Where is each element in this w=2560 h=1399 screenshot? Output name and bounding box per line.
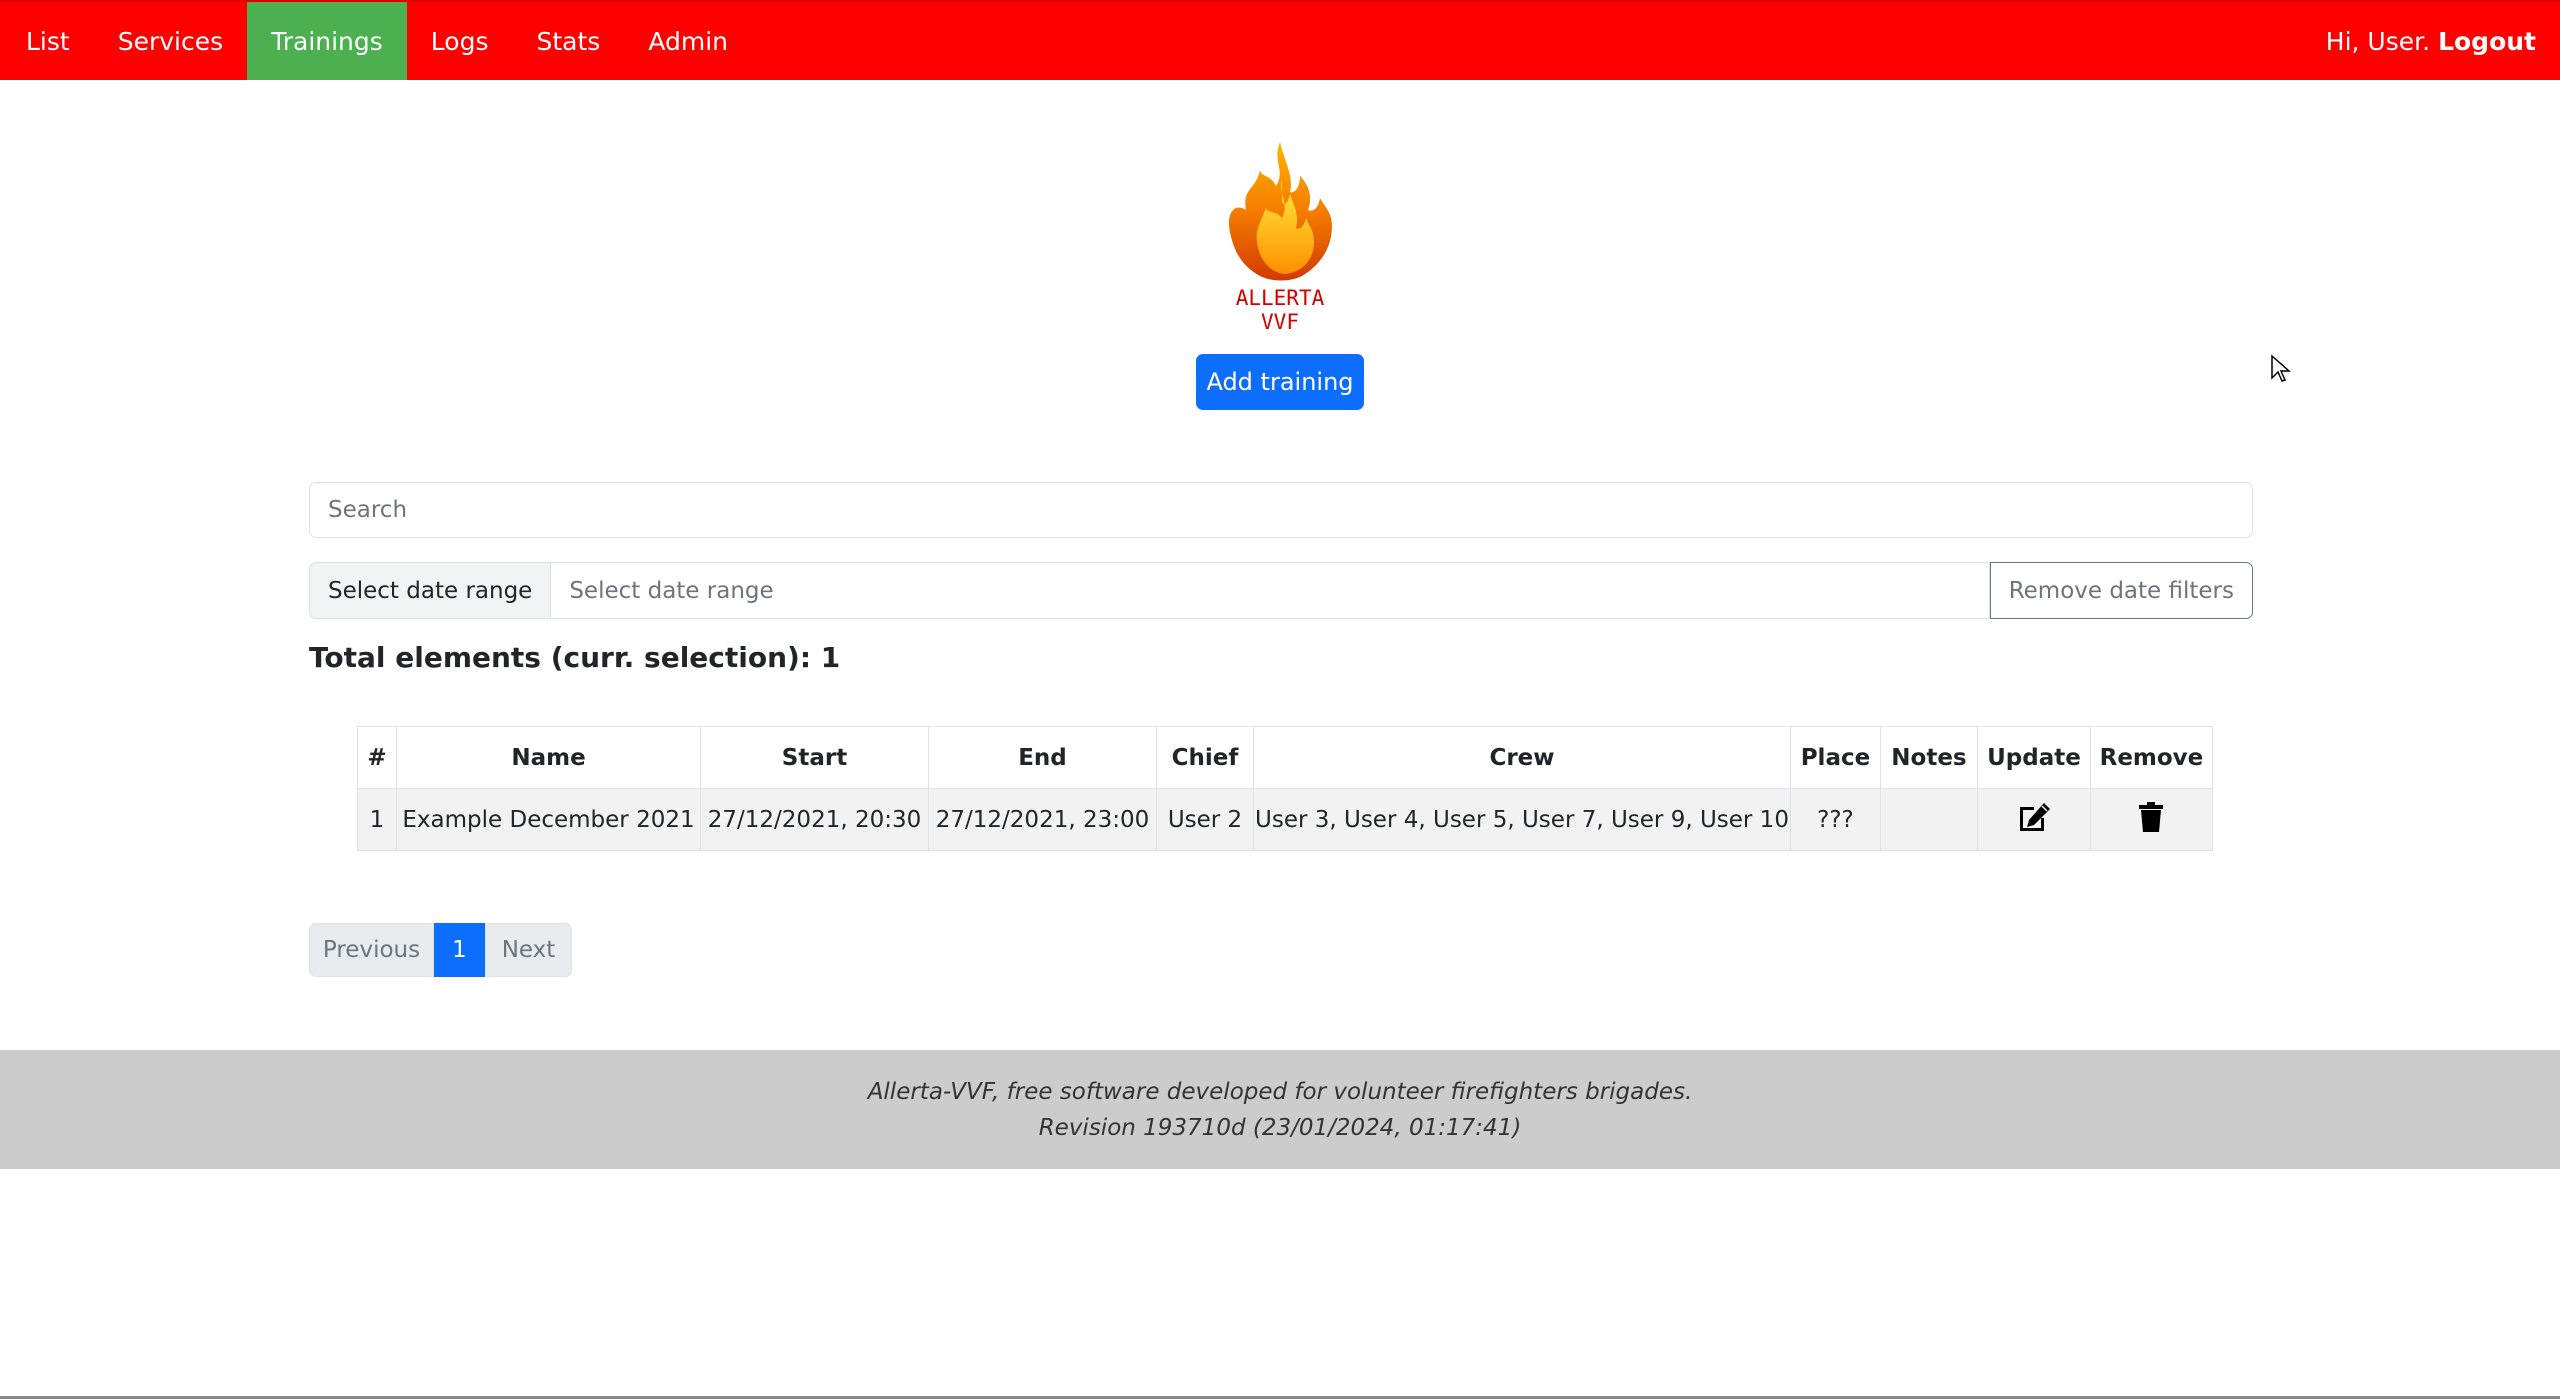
column-header-chief: Chief: [1156, 726, 1254, 789]
column-header-remove: Remove: [2089, 726, 2213, 789]
pagination: Previous 1 Next: [309, 923, 572, 977]
pagination-next-button[interactable]: Next: [485, 923, 572, 977]
column-header-place: Place: [1789, 726, 1881, 789]
nav-item-stats[interactable]: Stats: [512, 2, 624, 80]
cell-crew: User 3, User 4, User 5, User 7, User 9, …: [1253, 788, 1791, 851]
column-header-notes: Notes: [1879, 726, 1978, 789]
cell-place: ???: [1789, 788, 1881, 851]
flame-icon: [1228, 142, 1332, 281]
nav-item-services[interactable]: Services: [94, 2, 247, 80]
page-footer: Allerta-VVF, free software developed for…: [0, 1050, 2560, 1169]
cell-name: Example December 2021: [396, 788, 701, 851]
table-header-row: # Name Start End Chief Crew Place Notes …: [357, 726, 2213, 789]
column-header-crew: Crew: [1253, 726, 1791, 789]
trainings-table: # Name Start End Chief Crew Place Notes …: [357, 726, 2213, 851]
cell-notes: [1879, 788, 1978, 851]
logo-text-line1: ALLERTA: [1235, 286, 1325, 310]
total-elements-label: Total elements (curr. selection): 1: [309, 641, 841, 674]
cell-remove: [2089, 788, 2213, 851]
cell-end: 27/12/2021, 23:00: [928, 788, 1157, 851]
cell-start: 27/12/2021, 20:30: [700, 788, 929, 851]
date-range-filter: Select date range Remove date filters: [309, 562, 2253, 619]
pagination-page-1[interactable]: 1: [434, 923, 485, 977]
logout-link[interactable]: Logout: [2438, 27, 2536, 56]
column-header-number: #: [357, 726, 397, 789]
date-range-label: Select date range: [309, 562, 552, 619]
column-header-name: Name: [396, 726, 701, 789]
column-header-update: Update: [1976, 726, 2091, 789]
add-training-button[interactable]: Add training: [1196, 354, 1364, 410]
logo-text-line2: VVF: [1261, 310, 1299, 334]
cell-chief: User 2: [1156, 788, 1254, 851]
table-row: 1 Example December 2021 27/12/2021, 20:3…: [357, 788, 2213, 851]
nav-item-trainings[interactable]: Trainings: [247, 2, 407, 80]
trash-icon[interactable]: [2137, 801, 2165, 839]
mouse-cursor-icon: [2270, 354, 2292, 388]
search-input[interactable]: [309, 482, 2253, 538]
footer-revision: Revision 193710d (23/01/2024, 01:17:41): [1038, 1114, 1522, 1141]
edit-icon[interactable]: [2016, 801, 2052, 839]
cell-update: [1976, 788, 2091, 851]
user-greeting: Hi, User.: [2325, 26, 2431, 56]
cell-number: 1: [357, 788, 397, 851]
column-header-start: Start: [700, 726, 929, 789]
app-logo: ALLERTA VVF: [1220, 140, 1340, 340]
user-menu: Hi, User. Logout: [2326, 2, 2560, 80]
pagination-previous-button[interactable]: Previous: [309, 923, 434, 977]
nav-item-logs[interactable]: Logs: [407, 2, 513, 80]
remove-date-filters-button[interactable]: Remove date filters: [1989, 562, 2253, 619]
date-range-input[interactable]: [551, 562, 1990, 619]
nav-item-admin[interactable]: Admin: [624, 2, 752, 80]
top-navbar: List Services Trainings Logs Stats Admin…: [0, 0, 2560, 80]
nav-item-list[interactable]: List: [2, 2, 94, 80]
footer-description: Allerta-VVF, free software developed for…: [867, 1078, 1693, 1105]
column-header-end: End: [928, 726, 1157, 789]
nav-menu: List Services Trainings Logs Stats Admin: [0, 2, 752, 80]
